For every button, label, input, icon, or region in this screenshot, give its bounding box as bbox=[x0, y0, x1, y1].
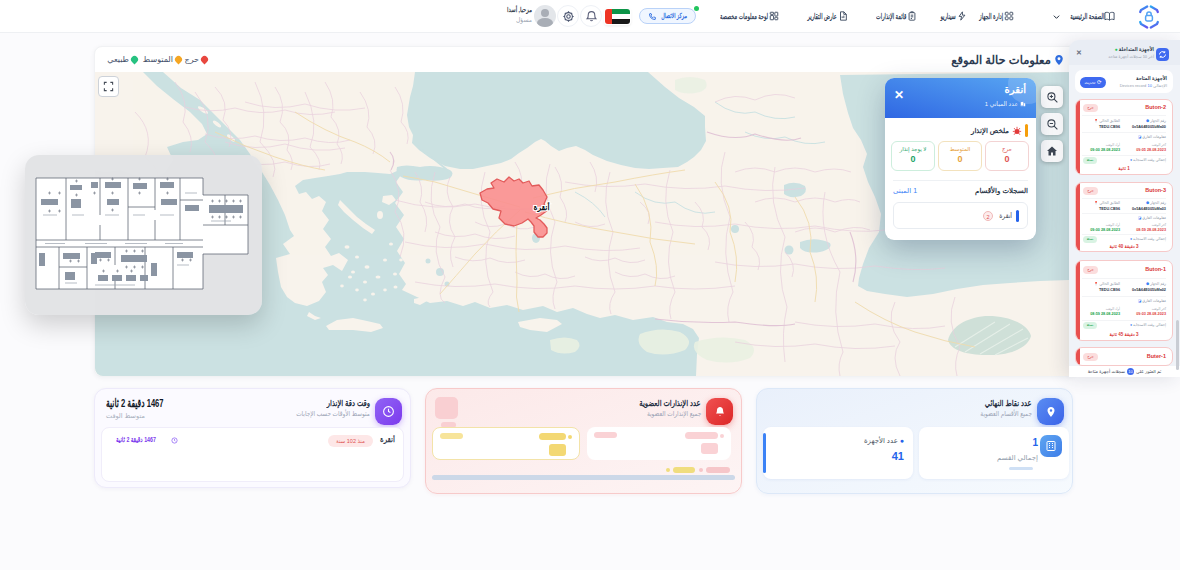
svg-text:أنقرة: أنقرة bbox=[533, 202, 549, 212]
